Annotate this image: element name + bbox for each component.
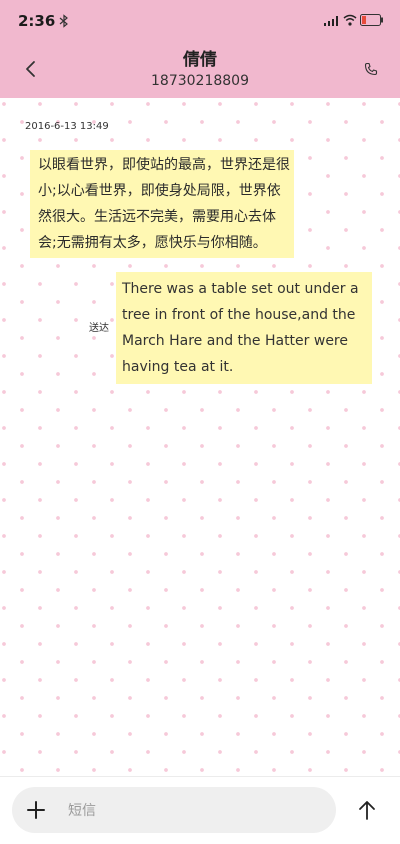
- nav-row: 倩倩 18730218809: [0, 44, 400, 98]
- header: 2:36 倩倩 18730218809: [0, 0, 400, 98]
- composer-bar: [0, 776, 400, 844]
- sent-message-bubble[interactable]: There was a table set out under a tree i…: [116, 272, 372, 384]
- bluetooth-icon: [59, 14, 68, 28]
- contact-name: 倩倩: [183, 50, 217, 70]
- send-button[interactable]: [352, 795, 382, 825]
- signal-icon: [324, 16, 338, 26]
- phone-icon: [364, 62, 378, 76]
- message-timestamp: 2016-6-13 13:49: [25, 121, 109, 132]
- call-button[interactable]: [358, 56, 384, 82]
- plus-icon: [27, 801, 45, 819]
- contact-title: 倩倩 18730218809: [80, 50, 320, 90]
- contact-number: 18730218809: [151, 73, 249, 89]
- battery-icon: [360, 14, 383, 26]
- back-button[interactable]: [18, 56, 44, 82]
- wifi-icon: [343, 14, 357, 26]
- status-bar: 2:36: [0, 0, 400, 38]
- status-time: 2:36: [18, 12, 56, 30]
- message-input[interactable]: [66, 798, 320, 824]
- received-message-bubble[interactable]: 以眼看世界，即使站的最高，世界还是很小;以心看世界，即使身处局限，世界依然很大。…: [30, 150, 294, 258]
- compose-field: [12, 787, 336, 833]
- arrow-up-icon: [359, 801, 375, 820]
- delivery-status: 送达: [89, 323, 109, 334]
- message-thread[interactable]: 2016-6-13 13:49 以眼看世界，即使站的最高，世界还是很小;以心看世…: [0, 98, 400, 776]
- add-attachment-button[interactable]: [22, 796, 50, 824]
- chevron-left-icon: [26, 61, 35, 77]
